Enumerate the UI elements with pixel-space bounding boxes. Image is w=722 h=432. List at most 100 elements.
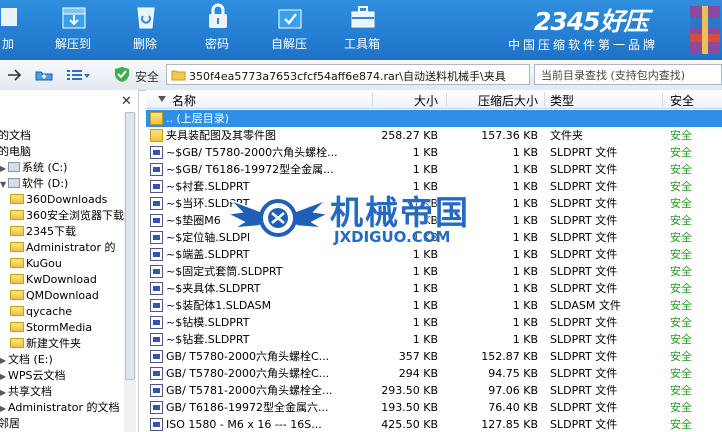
expand-icon[interactable]: ▶ bbox=[0, 353, 8, 369]
search-input[interactable] bbox=[535, 65, 721, 84]
file-packed-size: 127.85 KB bbox=[481, 418, 538, 431]
file-name: ~$钻模.SLDPRT bbox=[166, 316, 250, 329]
collapse-icon[interactable]: ▼ bbox=[0, 177, 8, 193]
safety-label: 安全 bbox=[135, 70, 160, 84]
tree-item-folder[interactable]: 360Downloads bbox=[10, 192, 107, 208]
file-safety: 安全 bbox=[670, 163, 692, 176]
chevron-down-icon[interactable] bbox=[6, 68, 22, 82]
tree-item-wps-cloud[interactable]: ▶ WPS云文档 bbox=[0, 368, 66, 384]
folder-icon bbox=[10, 306, 24, 316]
tree-item-my-documents[interactable]: 的文档 bbox=[0, 128, 31, 144]
folder-tree: ✕ 的文档 的电脑 ▶ 系统 (C:) ▼ 软件 (D:) 360Downloads… bbox=[0, 90, 139, 432]
add-button[interactable]: 加 bbox=[0, 0, 38, 60]
up-folder-icon[interactable] bbox=[34, 68, 56, 82]
tree-item-admin-docs[interactable]: ▶ Administrator 的文档 bbox=[0, 400, 119, 416]
file-packed-size: 97.06 KB bbox=[488, 384, 538, 397]
tree-item-folder[interactable]: QMDownload bbox=[10, 288, 99, 304]
file-row[interactable]: ~$GB/ T6186-19972型全金属... 1 KB 1 KB SLDPRT 文… bbox=[146, 161, 722, 178]
column-type[interactable]: 类型 bbox=[550, 92, 574, 109]
file-packed-size: 152.87 KB bbox=[481, 350, 538, 363]
file-size: 1 KB bbox=[412, 265, 438, 278]
tree-item-folder[interactable]: StormMedia bbox=[10, 320, 92, 336]
file-packed-size: 1 KB bbox=[512, 316, 538, 329]
expand-icon[interactable]: ▶ bbox=[0, 401, 8, 417]
shield-check-icon bbox=[115, 67, 129, 82]
column-name[interactable]: 名称 bbox=[172, 92, 196, 109]
parent-directory-row[interactable]: .. (上层目录) bbox=[146, 110, 722, 127]
file-row[interactable]: 夹具装配图及其零件图 258.27 KB 157.36 KB 文件夹 安全 bbox=[146, 127, 722, 144]
file-row[interactable]: GB/ T5780-2000六角头螺栓C... 357 KB 152.87 KB SL… bbox=[146, 348, 722, 365]
folder-icon bbox=[10, 290, 24, 300]
toolbox-button[interactable]: 工具箱 bbox=[332, 0, 392, 60]
tree-item-folder[interactable]: qycache bbox=[10, 304, 72, 320]
file-row[interactable]: ~$固定式套筒.SLDPRT 1 KB 1 KB SLDPRT 文件 安全 bbox=[146, 263, 722, 280]
file-row[interactable]: ~$钻模.SLDPRT 1 KB 1 KB SLDPRT 文件 安全 bbox=[146, 314, 722, 331]
sldprt-file-icon bbox=[150, 401, 163, 414]
file-packed-size: 94.75 KB bbox=[488, 367, 538, 380]
tree-item-folder[interactable]: Administrator 的 bbox=[10, 240, 115, 256]
tree-scrollbar[interactable] bbox=[124, 112, 136, 432]
folder-icon bbox=[150, 129, 163, 142]
tree-item-folder[interactable]: 2345下载 bbox=[10, 224, 76, 240]
column-size[interactable]: 大小 bbox=[414, 92, 438, 109]
column-divider[interactable] bbox=[662, 92, 663, 106]
file-packed-size: 76.40 KB bbox=[488, 401, 538, 414]
file-row[interactable]: ~$装配体1.SLDASM 1 KB 1 KB SLDASM 文件 安全 bbox=[146, 297, 722, 314]
tree-item-drive-e[interactable]: ▶ 文档 (E:) bbox=[0, 352, 53, 368]
expand-icon[interactable]: ▶ bbox=[0, 161, 8, 177]
file-row[interactable]: ~$夹具体.SLDPRT 1 KB 1 KB SLDPRT 文件 安全 bbox=[146, 280, 722, 297]
search-field[interactable] bbox=[534, 64, 722, 85]
tree-item-my-computer[interactable]: 的电脑 bbox=[0, 144, 31, 160]
tree-item-folder[interactable]: 360安全浏览器下载 bbox=[10, 208, 124, 224]
file-row[interactable]: GB/ T6186-19972型全金属六... 193.50 KB 76.40 KB… bbox=[146, 399, 722, 416]
delete-button[interactable]: 删除 bbox=[115, 0, 175, 60]
file-packed-size: 1 KB bbox=[512, 163, 538, 176]
file-name: ~$钻套.SLDPRT bbox=[166, 333, 250, 346]
column-divider[interactable] bbox=[446, 92, 447, 106]
view-list-icon[interactable] bbox=[66, 68, 90, 82]
close-icon[interactable]: ✕ bbox=[121, 94, 132, 109]
sldprt-file-icon bbox=[150, 180, 163, 193]
sldprt-file-icon bbox=[150, 384, 163, 397]
file-type: SLDPRT 文件 bbox=[550, 384, 618, 397]
column-divider[interactable] bbox=[544, 92, 545, 106]
column-safety[interactable]: 安全 bbox=[670, 92, 694, 109]
file-name: ~$固定式套筒.SLDPRT bbox=[166, 265, 283, 278]
self-extract-button[interactable]: 自解压 bbox=[259, 0, 319, 60]
file-size: 1 KB bbox=[412, 299, 438, 312]
main-toolbar: 加 解压到 删除 密码 自解压 工具箱 2345好压 中国压缩软件第一品牌 bbox=[0, 0, 722, 60]
file-row[interactable]: GB/ T5781-2000六角头螺栓全... 293.50 KB 97.06 KB… bbox=[146, 382, 722, 399]
tree-item-drive-c[interactable]: ▶ 系统 (C:) bbox=[0, 160, 67, 176]
file-size: 1 KB bbox=[412, 316, 438, 329]
extract-to-button[interactable]: 解压到 bbox=[43, 0, 103, 60]
file-name: .. (上层目录) bbox=[166, 112, 230, 125]
file-size: 425.50 KB bbox=[381, 418, 438, 431]
watermark: 机械帝国 JXDIGUO.COM bbox=[228, 186, 508, 250]
file-packed-size: 1 KB bbox=[512, 333, 538, 346]
folder-icon bbox=[10, 258, 24, 268]
tree-item-folder[interactable]: 新建文件夹 bbox=[10, 336, 81, 352]
safety-check-button[interactable]: 安全 bbox=[110, 64, 164, 85]
tree-item-folder[interactable]: KuGou bbox=[10, 256, 62, 272]
file-type: SLDPRT 文件 bbox=[550, 180, 618, 193]
tree-item-folder[interactable]: KwDownload bbox=[10, 272, 97, 288]
path-text: 350f4ea5773a7653cfcf54aff6e874.rar\自动送料机… bbox=[189, 70, 506, 83]
password-button[interactable]: 密码 bbox=[187, 0, 247, 60]
column-packed-size[interactable]: 压缩后大小 bbox=[478, 92, 538, 109]
list-header: 名称 大小 压缩后大小 类型 安全 bbox=[146, 90, 722, 109]
path-field[interactable]: 350f4ea5773a7653cfcf54aff6e874.rar\自动送料机… bbox=[166, 64, 530, 85]
tree-item-network[interactable]: 邻居 bbox=[0, 416, 20, 432]
file-row[interactable]: ~$GB/ T5780-2000六角头螺栓... 1 KB 1 KB SLDPRT 文… bbox=[146, 144, 722, 161]
expand-icon[interactable]: ▶ bbox=[0, 369, 8, 385]
file-row[interactable]: ~$钻套.SLDPRT 1 KB 1 KB SLDPRT 文件 安全 bbox=[146, 331, 722, 348]
scrollbar-thumb[interactable] bbox=[125, 112, 135, 380]
drive-icon bbox=[8, 162, 20, 172]
file-row[interactable]: ISO 1580 - M6 x 16 --- 16S... 425.50 KB 12… bbox=[146, 416, 722, 432]
tree-item-drive-d[interactable]: ▼ 软件 (D:) bbox=[0, 176, 68, 192]
column-divider[interactable] bbox=[372, 92, 373, 106]
folder-icon bbox=[10, 322, 24, 332]
expand-icon[interactable]: ▶ bbox=[0, 385, 8, 401]
file-size: 357 KB bbox=[398, 350, 438, 363]
tree-item-shared-docs[interactable]: ▶ 共享文档 bbox=[0, 384, 52, 400]
file-row[interactable]: GB/ T5780-2000六角头螺栓C... 294 KB 94.75 KB SLD… bbox=[146, 365, 722, 382]
